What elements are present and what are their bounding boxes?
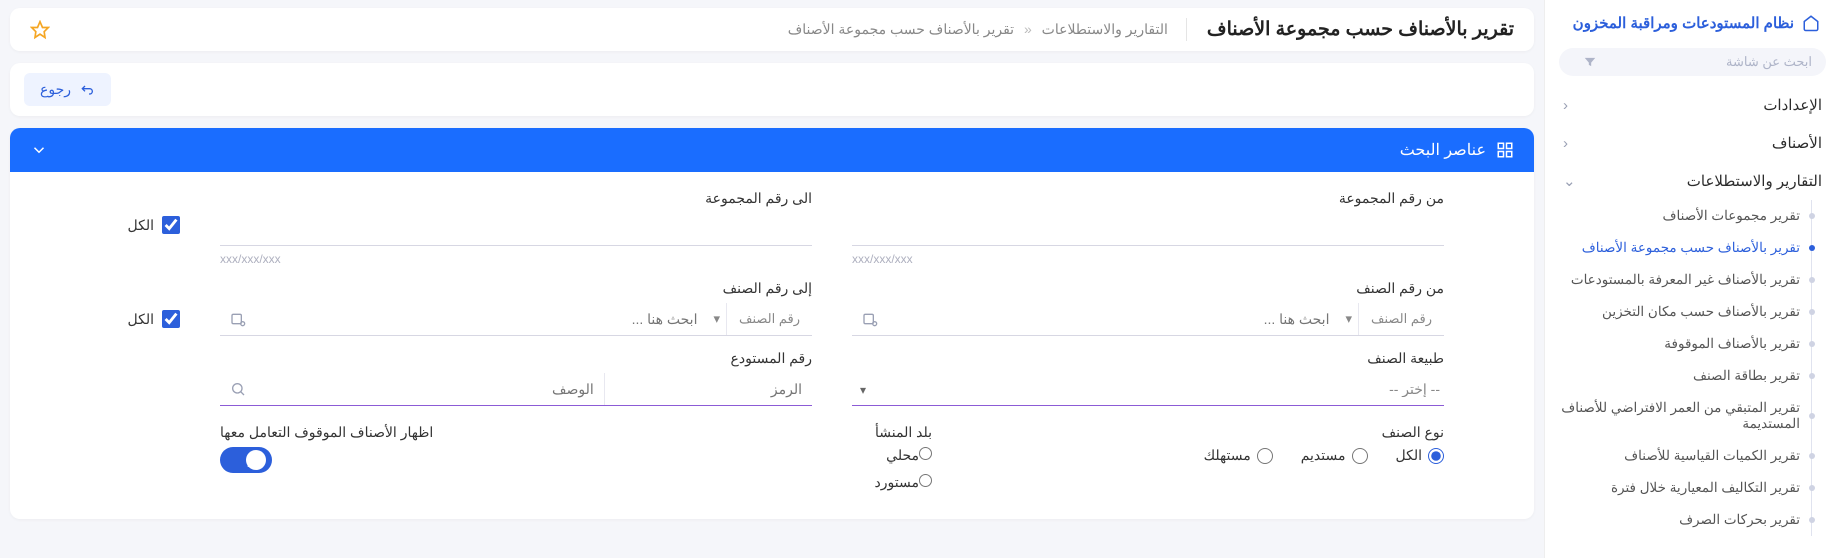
all-groups-checkbox-wrap: الكل — [100, 216, 180, 240]
chevron-left-icon: ‹ — [1563, 135, 1568, 152]
from-item-group: رقم الصنف ▾ — [852, 303, 1444, 336]
star-icon[interactable] — [30, 20, 50, 40]
all-groups-checkbox[interactable] — [162, 216, 180, 234]
warehouse-group — [220, 373, 812, 406]
nav-group-reports[interactable]: التقارير والاستطلاعات ⌄ — [1545, 162, 1840, 200]
system-title-text: نظام المستودعات ومراقبة المخزون — [1573, 14, 1794, 32]
item-kind-radios: الكل مستديم مستهلك — [972, 447, 1444, 464]
kind-all-radio[interactable] — [1428, 448, 1444, 464]
kind-all[interactable]: الكل — [1396, 447, 1445, 464]
grid-icon — [1496, 141, 1514, 159]
breadcrumb-sep: « — [1024, 21, 1032, 37]
nav-item[interactable]: تقرير بالأصناف غير المعرفة بالمستودعات — [1545, 264, 1840, 296]
system-title: نظام المستودعات ومراقبة المخزون — [1545, 10, 1840, 42]
item-kind-label: نوع الصنف — [972, 424, 1444, 441]
nav-item-active[interactable]: تقرير بالأصناف حسب مجموعة الأصناف — [1545, 232, 1840, 264]
all-groups-label: الكل — [128, 217, 155, 234]
from-item-code-label: رقم الصنف — [1359, 303, 1444, 335]
to-item-code-label: رقم الصنف — [727, 303, 812, 335]
nav-label: الأصناف — [1772, 134, 1822, 152]
origin-imported-radio[interactable] — [919, 474, 932, 487]
from-item-input[interactable] — [888, 303, 1339, 335]
warehouse-code-input[interactable] — [605, 373, 812, 405]
sidebar-search-placeholder: ابحث عن شاشة — [1597, 54, 1812, 70]
to-item-label: إلى رقم الصنف — [220, 280, 812, 297]
chevron-left-icon: ‹ — [1563, 97, 1568, 114]
back-button[interactable]: رجوع — [24, 73, 111, 106]
search-panel-title: عناصر البحث — [1400, 140, 1486, 160]
nav-group-settings[interactable]: الإعدادات ‹ — [1545, 86, 1840, 124]
show-stopped-label: اظهار الأصناف الموقوف التعامل معها — [220, 424, 692, 441]
warehouse-desc-input[interactable] — [256, 373, 605, 405]
lookup-icon[interactable] — [852, 303, 888, 335]
search-body: من رقم المجموعة xxx/xxx/xxx الى رقم المج… — [10, 172, 1534, 519]
item-type-select-wrap: -- إختر -- — [852, 373, 1444, 406]
toolbar: رجوع — [10, 63, 1534, 116]
page-title: تقرير بالأصناف حسب مجموعة الأصناف — [1186, 18, 1514, 41]
search-icon[interactable] — [220, 373, 256, 405]
nav-item[interactable]: تقرير المتبقي من العمر الافتراضي للأصناف… — [1545, 392, 1840, 440]
nav-group-items[interactable]: الأصناف ‹ — [1545, 124, 1840, 162]
nav-label: الإعدادات — [1763, 96, 1822, 114]
origin-imported[interactable]: مستورد — [732, 474, 932, 491]
nav-item[interactable]: تقرير بطاقة الصنف — [1545, 360, 1840, 392]
to-item-input[interactable] — [256, 303, 707, 335]
search-panel-header[interactable]: عناصر البحث — [10, 128, 1534, 172]
nav-item[interactable]: تقرير مجموعات الأصناف — [1545, 200, 1840, 232]
origin-radios: محلي مستورد — [732, 447, 932, 491]
all-items-label: الكل — [128, 311, 155, 328]
nav-item[interactable]: تقرير بالأصناف حسب مكان التخزين — [1545, 296, 1840, 328]
toggle-label: نعم — [247, 453, 264, 467]
to-item-dropdown[interactable]: ▾ — [707, 303, 727, 335]
kind-durable-radio[interactable] — [1352, 448, 1368, 464]
filter-icon — [1583, 55, 1597, 69]
breadcrumb-current: تقرير بالأصناف حسب مجموعة الأصناف — [788, 21, 1014, 37]
origin-label: بلد المنشأ — [732, 424, 932, 441]
to-item-group: رقم الصنف ▾ — [220, 303, 812, 336]
breadcrumb-parent[interactable]: التقارير والاستطلاعات — [1042, 21, 1168, 37]
sidebar: نظام المستودعات ومراقبة المخزون ابحث عن … — [1544, 0, 1840, 558]
spacer — [100, 400, 180, 406]
nav-item[interactable]: تقرير بحركات الصرف — [1545, 504, 1840, 536]
origin-local[interactable]: محلي — [732, 447, 932, 464]
main-content: تقرير بالأصناف حسب مجموعة الأصناف التقار… — [0, 0, 1544, 558]
nav-item[interactable]: تقرير الكميات القياسية للأصناف — [1545, 440, 1840, 472]
nav-sublist: تقرير مجموعات الأصناف تقرير بالأصناف حسب… — [1545, 200, 1840, 536]
nav-item[interactable]: تقرير بالأصناف الموقوفة — [1545, 328, 1840, 360]
page-header: تقرير بالأصناف حسب مجموعة الأصناف التقار… — [10, 8, 1534, 51]
chevron-down-icon[interactable] — [30, 141, 48, 159]
spacer — [100, 424, 180, 430]
warehouse-label: رقم المستودع — [220, 350, 812, 367]
from-item-label: من رقم الصنف — [852, 280, 1444, 297]
to-group-label: الى رقم المجموعة — [220, 190, 812, 207]
to-group-input[interactable] — [220, 213, 812, 246]
sidebar-search[interactable]: ابحث عن شاشة — [1559, 48, 1826, 76]
all-items-checkbox[interactable] — [162, 310, 180, 328]
item-type-label: طبيعة الصنف — [852, 350, 1444, 367]
back-arrow-icon — [79, 82, 95, 98]
breadcrumb: التقارير والاستطلاعات « تقرير بالأصناف ح… — [788, 21, 1168, 38]
to-group-hint: xxx/xxx/xxx — [220, 252, 812, 266]
from-item-dropdown[interactable]: ▾ — [1339, 303, 1359, 335]
home-icon — [1802, 14, 1820, 32]
from-group-input[interactable] — [852, 213, 1444, 246]
nav-label: التقارير والاستطلاعات — [1687, 172, 1822, 190]
chevron-down-icon: ⌄ — [1563, 172, 1576, 190]
kind-durable[interactable]: مستديم — [1301, 447, 1368, 464]
back-button-label: رجوع — [40, 81, 71, 98]
kind-consumable[interactable]: مستهلك — [1204, 447, 1273, 464]
from-group-hint: xxx/xxx/xxx — [852, 252, 1444, 266]
item-type-select[interactable]: -- إختر -- — [852, 373, 1444, 406]
lookup-icon[interactable] — [220, 303, 256, 335]
show-stopped-toggle[interactable]: نعم — [220, 447, 272, 473]
from-group-label: من رقم المجموعة — [852, 190, 1444, 207]
origin-local-radio[interactable] — [919, 447, 932, 460]
all-items-checkbox-wrap: الكل — [100, 310, 180, 336]
search-panel: عناصر البحث من رقم المجموعة xxx/xxx/xxx … — [10, 128, 1534, 519]
nav-item[interactable]: تقرير التكاليف المعيارية خلال فترة — [1545, 472, 1840, 504]
kind-consumable-radio[interactable] — [1257, 448, 1273, 464]
